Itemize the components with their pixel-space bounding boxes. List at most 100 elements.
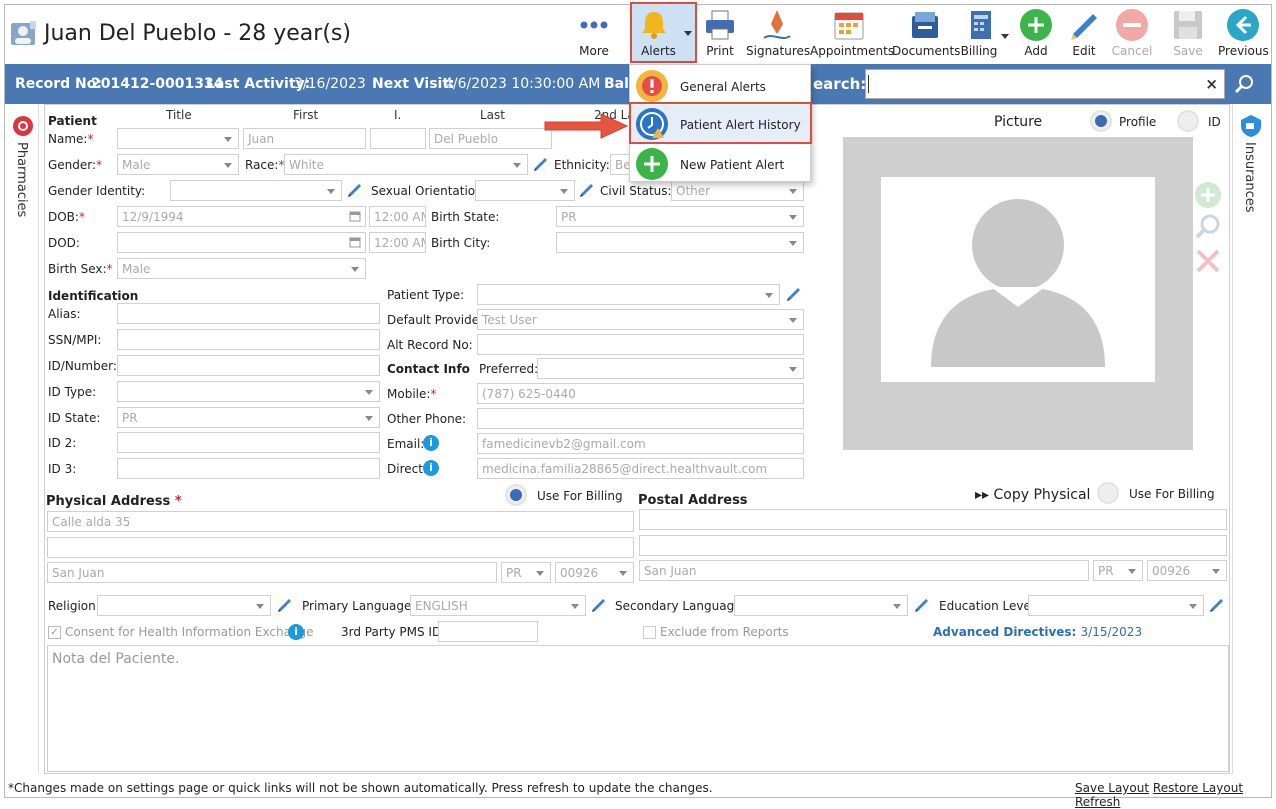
last-name-field[interactable]: Del Pueblo: [429, 128, 552, 149]
religion-select[interactable]: [97, 595, 271, 616]
physical-billing-radio[interactable]: [505, 484, 527, 506]
appointments-button[interactable]: Appointments: [810, 6, 894, 62]
calendar-small-icon[interactable]: [349, 236, 361, 248]
physical-zip-select[interactable]: 00926: [555, 562, 634, 583]
idstate-select[interactable]: PR: [117, 407, 380, 428]
birth-sex-select[interactable]: Male: [117, 258, 366, 279]
gender-select[interactable]: Male: [117, 154, 239, 175]
dob-time-field[interactable]: 12:00 AM: [369, 206, 426, 227]
alias-field[interactable]: [117, 303, 380, 324]
dod-time-field[interactable]: 12:00 AM: [369, 232, 426, 253]
consent-checkbox[interactable]: ✓: [48, 626, 61, 639]
refresh-link[interactable]: Refresh: [1075, 795, 1120, 809]
add-button[interactable]: Add: [1016, 6, 1056, 62]
documents-button[interactable]: Documents: [892, 6, 960, 62]
pharmacies-sidebar[interactable]: Pharmacies: [5, 104, 39, 774]
education-level-select[interactable]: [1028, 595, 1204, 616]
alias-label: Alias:: [48, 307, 81, 321]
idnumber-field[interactable]: [117, 355, 380, 376]
zoom-picture-icon[interactable]: [1194, 213, 1222, 241]
previous-button[interactable]: Previous: [1218, 6, 1269, 62]
calendar-small-icon[interactable]: [349, 210, 361, 222]
email-field[interactable]: famedicinevb2@gmail.com: [477, 433, 804, 454]
email-info-icon[interactable]: i: [423, 435, 439, 451]
gender-identity-select[interactable]: [170, 180, 342, 201]
menu-item-general-alerts[interactable]: General Alerts: [630, 67, 812, 105]
birth-state-select[interactable]: PR: [556, 206, 804, 227]
direct-info-icon[interactable]: i: [423, 460, 439, 476]
delete-picture-icon[interactable]: [1194, 247, 1222, 275]
sexual-orientation-select[interactable]: [475, 180, 575, 201]
physical-city-field[interactable]: San Juan: [47, 562, 497, 583]
dod-field[interactable]: [117, 232, 366, 253]
pharmacies-tab[interactable]: Pharmacies: [14, 142, 29, 217]
id3-field[interactable]: [117, 458, 380, 479]
search-icon[interactable]: [1233, 73, 1255, 95]
race-select[interactable]: White: [284, 154, 528, 175]
patient-note-field[interactable]: Nota del Paciente.: [47, 645, 1229, 772]
edit-religion-icon[interactable]: [276, 596, 294, 614]
advanced-directives-link[interactable]: Advanced Directives: 3/15/2023: [933, 625, 1142, 639]
postal-address-line2[interactable]: [639, 535, 1227, 556]
search-input[interactable]: ×: [865, 69, 1225, 99]
id-radio[interactable]: [1177, 110, 1199, 132]
postal-address-line1[interactable]: [639, 509, 1227, 530]
signatures-button[interactable]: Signatures: [746, 6, 810, 62]
edit-sexual-orientation-icon[interactable]: [578, 181, 596, 199]
other-phone-field[interactable]: [477, 408, 804, 429]
edit-button[interactable]: Edit: [1064, 6, 1104, 62]
physical-address-line2[interactable]: [47, 537, 634, 558]
save-layout-link[interactable]: Save Layout: [1075, 781, 1149, 795]
copy-physical-link[interactable]: ▸▸ Copy Physical: [975, 487, 1090, 503]
initial-field[interactable]: [370, 128, 426, 149]
edit-patient-type-icon[interactable]: [785, 285, 803, 303]
insurances-tab[interactable]: Insurances: [1242, 142, 1257, 213]
preferred-select[interactable]: [537, 358, 804, 379]
add-picture-icon[interactable]: [1194, 181, 1222, 209]
postal-billing-radio[interactable]: [1097, 482, 1119, 504]
cancel-button[interactable]: Cancel: [1108, 6, 1156, 62]
title-select[interactable]: [117, 128, 239, 149]
mobile-field[interactable]: (787) 625-0440: [477, 383, 804, 404]
primary-language-select[interactable]: ENGLISH: [410, 595, 586, 616]
direct-field[interactable]: medicina.familia28865@direct.healthvault…: [477, 458, 804, 479]
insurances-sidebar[interactable]: Insurances: [1232, 104, 1270, 774]
consent-info-icon[interactable]: i: [288, 624, 304, 640]
dob-field[interactable]: 12/9/1994: [117, 206, 366, 227]
menu-item-new-patient-alert[interactable]: New Patient Alert: [630, 145, 812, 183]
religion-label: Religion:: [48, 599, 100, 613]
alt-record-field[interactable]: [477, 334, 804, 355]
edit-secondary-language-icon[interactable]: [913, 596, 931, 614]
footer-notice: *Changes made on settings page or quick …: [8, 781, 713, 795]
print-button[interactable]: Print: [700, 6, 740, 62]
edit-education-level-icon[interactable]: [1208, 596, 1226, 614]
edit-primary-language-icon[interactable]: [590, 596, 608, 614]
ssn-field[interactable]: [117, 329, 380, 350]
billing-button[interactable]: Billing: [958, 6, 1009, 62]
secondary-language-select[interactable]: [734, 595, 908, 616]
save-button[interactable]: Save: [1166, 6, 1210, 62]
idtype-select[interactable]: [117, 381, 380, 402]
postal-state-select[interactable]: PR: [1093, 560, 1143, 581]
restore-layout-link[interactable]: Restore Layout: [1153, 781, 1243, 795]
edit-race-icon[interactable]: [532, 155, 550, 173]
alerts-button[interactable]: Alerts: [630, 2, 697, 63]
documents-icon: [912, 12, 938, 38]
dod-label: DOD:: [48, 236, 80, 250]
physical-state-select[interactable]: PR: [501, 562, 551, 583]
patient-type-select[interactable]: [477, 284, 780, 305]
edit-gender-identity-icon[interactable]: [346, 181, 364, 199]
birth-city-select[interactable]: [556, 232, 804, 253]
default-provider-select[interactable]: Test User: [477, 309, 804, 330]
clear-search-icon[interactable]: ×: [1205, 75, 1218, 93]
postal-city-field[interactable]: San Juan: [639, 560, 1089, 581]
civil-status-select[interactable]: Other: [671, 180, 804, 201]
first-name-field[interactable]: Juan: [243, 128, 366, 149]
more-button[interactable]: More: [572, 6, 616, 62]
pms-id-field[interactable]: [438, 621, 538, 642]
id2-field[interactable]: [117, 432, 380, 453]
postal-zip-select[interactable]: 00926: [1147, 560, 1227, 581]
physical-address-line1[interactable]: Calle alda 35: [47, 511, 634, 532]
exclude-reports-checkbox[interactable]: [643, 626, 656, 639]
profile-radio[interactable]: [1090, 110, 1112, 132]
